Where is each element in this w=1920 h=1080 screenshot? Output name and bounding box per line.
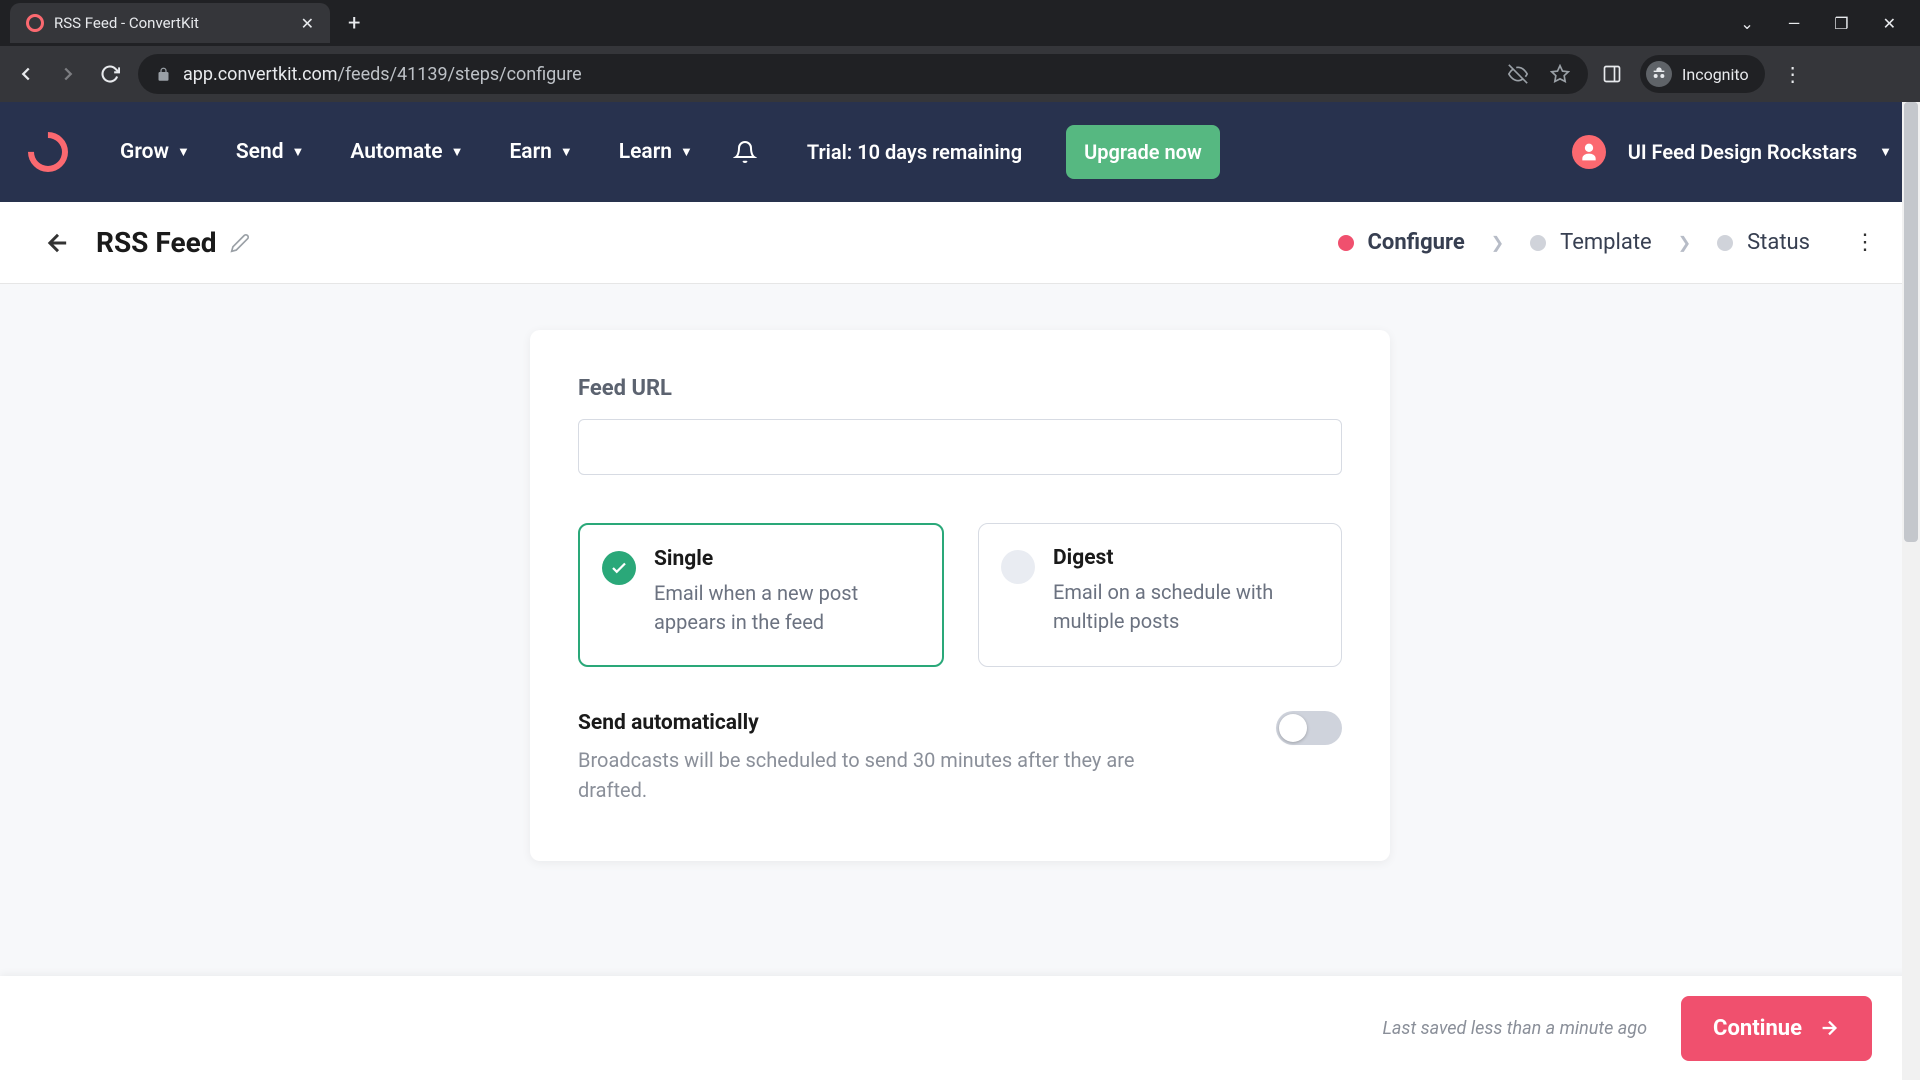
- chevron-down-icon: ▼: [1879, 144, 1892, 160]
- page-title: RSS Feed: [96, 226, 216, 259]
- nav-earn[interactable]: Earn▼: [509, 140, 572, 164]
- scrollbar-thumb[interactable]: [1904, 102, 1918, 542]
- browser-forward-button[interactable]: [54, 60, 82, 88]
- scrollbar[interactable]: [1902, 102, 1920, 1080]
- tab-title: RSS Feed - ConvertKit: [54, 14, 291, 32]
- step-dot-icon: [1338, 235, 1354, 251]
- url-text: app.convertkit.com/feeds/41139/steps/con…: [183, 64, 582, 85]
- radio-unchecked-icon: [1001, 550, 1035, 584]
- sub-header: RSS Feed Configure ❯ Template ❯ Status ⋮: [0, 202, 1920, 284]
- nav-automate[interactable]: Automate▼: [350, 140, 463, 164]
- toggle-knob: [1279, 714, 1307, 742]
- bookmark-star-icon[interactable]: [1550, 64, 1570, 84]
- account-menu[interactable]: UI Feed Design Rockstars ▼: [1572, 135, 1892, 169]
- chevron-down-icon: ▼: [292, 144, 305, 160]
- browser-menu-icon[interactable]: ⋮: [1783, 62, 1801, 86]
- step-template[interactable]: Template: [1530, 230, 1652, 255]
- tabs-dropdown-icon[interactable]: ⌄: [1740, 14, 1753, 33]
- window-minimize-icon[interactable]: ―: [1788, 14, 1801, 33]
- send-auto-label: Send automatically: [578, 711, 1246, 735]
- edit-title-icon[interactable]: [230, 233, 250, 253]
- step-status[interactable]: Status: [1717, 230, 1810, 255]
- tab-favicon: [26, 14, 44, 32]
- new-tab-button[interactable]: +: [348, 11, 360, 36]
- radio-checked-icon: [602, 551, 636, 585]
- chevron-right-icon: ❯: [1491, 233, 1504, 252]
- option-single[interactable]: Single Email when a new post appears in …: [578, 523, 944, 667]
- more-menu-icon[interactable]: ⋮: [1854, 230, 1876, 255]
- notifications-bell-icon[interactable]: [733, 140, 757, 164]
- tab-close-icon[interactable]: ✕: [301, 14, 314, 33]
- browser-reload-button[interactable]: [96, 60, 124, 88]
- option-digest[interactable]: Digest Email on a schedule with multiple…: [978, 523, 1342, 667]
- continue-button[interactable]: Continue: [1681, 996, 1872, 1061]
- step-dot-icon: [1717, 235, 1733, 251]
- browser-back-button[interactable]: [12, 60, 40, 88]
- incognito-icon: [1646, 61, 1672, 87]
- configure-card: Feed URL Single Email when a new post ap…: [530, 330, 1390, 861]
- arrow-right-icon: [1818, 1017, 1840, 1039]
- upgrade-button[interactable]: Upgrade now: [1066, 125, 1220, 179]
- footer-bar: Last saved less than a minute ago Contin…: [0, 976, 1920, 1080]
- back-button[interactable]: [44, 229, 72, 257]
- profile-chip[interactable]: Incognito: [1640, 55, 1765, 93]
- address-bar[interactable]: app.convertkit.com/feeds/41139/steps/con…: [138, 54, 1588, 94]
- trial-status: Trial: 10 days remaining: [807, 139, 1022, 166]
- lock-icon: [156, 67, 171, 82]
- feed-url-input[interactable]: [578, 419, 1342, 475]
- option-title: Single: [654, 547, 920, 571]
- window-maximize-icon[interactable]: ❐: [1834, 14, 1848, 33]
- send-auto-toggle[interactable]: [1276, 711, 1342, 745]
- option-desc: Email on a schedule with multiple posts: [1053, 578, 1319, 636]
- account-name: UI Feed Design Rockstars: [1628, 139, 1857, 166]
- window-close-icon[interactable]: ✕: [1883, 14, 1896, 33]
- chevron-down-icon: ▼: [451, 144, 464, 160]
- chevron-right-icon: ❯: [1678, 233, 1691, 252]
- chevron-down-icon: ▼: [177, 144, 190, 160]
- chevron-down-icon: ▼: [680, 144, 693, 160]
- nav-learn[interactable]: Learn▼: [619, 140, 693, 164]
- nav-grow[interactable]: Grow▼: [120, 140, 190, 164]
- option-title: Digest: [1053, 546, 1319, 570]
- avatar: [1572, 135, 1606, 169]
- step-dot-icon: [1530, 235, 1546, 251]
- step-configure[interactable]: Configure: [1338, 230, 1465, 255]
- eye-off-icon[interactable]: [1508, 64, 1528, 84]
- last-saved-text: Last saved less than a minute ago: [1383, 1018, 1648, 1039]
- incognito-label: Incognito: [1682, 65, 1749, 84]
- app-logo[interactable]: [20, 124, 77, 181]
- chevron-down-icon: ▼: [560, 144, 573, 160]
- nav-send[interactable]: Send▼: [236, 140, 305, 164]
- feed-url-label: Feed URL: [578, 376, 1342, 401]
- browser-tab[interactable]: RSS Feed - ConvertKit ✕: [10, 3, 330, 43]
- send-auto-desc: Broadcasts will be scheduled to send 30 …: [578, 745, 1188, 805]
- side-panel-icon[interactable]: [1602, 64, 1622, 84]
- app-top-nav: Grow▼ Send▼ Automate▼ Earn▼ Learn▼ Trial…: [0, 102, 1920, 202]
- option-desc: Email when a new post appears in the fee…: [654, 579, 920, 637]
